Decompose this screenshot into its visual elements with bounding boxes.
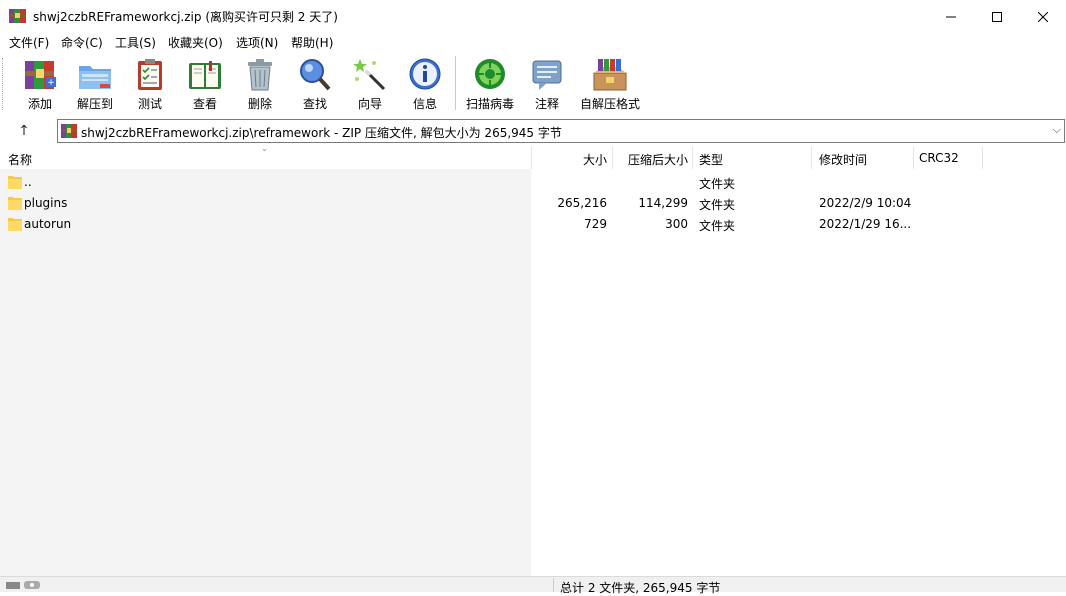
svg-text:+: + [47,78,55,88]
toolbar-separator [455,56,456,110]
find-button[interactable]: 查找 [287,55,343,113]
column-divider[interactable] [982,147,983,169]
winrar-app-icon[interactable] [9,8,26,24]
column-packed[interactable]: 压缩后大小 [615,151,688,168]
add-archive-icon: + [25,61,56,89]
file-row-plugins[interactable]: plugins 265,216 114,299 文件夹 2022/2/9 10:… [0,192,1066,213]
column-divider[interactable] [692,147,693,169]
menu-file[interactable]: 文件(F) [9,34,49,51]
menu-command[interactable]: 命令(C) [61,34,103,51]
title-bar: shwj2czbREFrameworkcj.zip (离购买许可只剩 2 天了) [0,0,1066,33]
wizard-wand-icon [353,59,386,91]
sfx-button[interactable]: 自解压格式 [578,55,642,113]
file-type: 文件夹 [699,219,736,233]
menu-tools[interactable]: 工具(S) [115,34,156,51]
delete-label: 删除 [247,97,272,111]
status-divider [553,578,554,592]
window-title: shwj2czbREFrameworkcj.zip (离购买许可只剩 2 天了) [33,10,338,24]
column-divider[interactable] [811,147,812,169]
delete-button[interactable]: 删除 [232,55,288,113]
column-divider[interactable] [612,147,613,169]
list-header: 名称 大小 压缩后大小 类型 修改时间 CRC32 [0,147,1066,169]
file-name: autorun [24,217,72,231]
maximize-button[interactable] [974,0,1020,33]
file-packed-size: 300 [665,217,688,231]
file-type: 文件夹 [699,177,736,191]
add-label: 添加 [27,97,52,111]
drive-status-icon[interactable] [6,580,42,590]
file-size: 729 [584,217,607,231]
virus-scan-icon [475,59,505,89]
test-button[interactable]: 测试 [122,55,178,113]
column-divider[interactable] [531,147,532,169]
comment-icon [532,60,562,90]
up-arrow-icon: ↑ [18,123,30,139]
folder-icon [8,176,22,189]
menu-bar: 文件(F) 命令(C) 工具(S) 收藏夹(O) 选项(N) 帮助(H) [0,33,1066,51]
file-name: plugins [24,196,68,210]
info-icon [409,58,441,90]
file-modified: 2022/2/9 10:04 [819,196,912,210]
wizard-button[interactable]: 向导 [342,55,398,113]
column-crc[interactable]: CRC32 [919,151,959,165]
column-modified[interactable]: 修改时间 [819,151,867,168]
column-name[interactable]: 名称 [8,151,32,168]
menu-options[interactable]: 选项(N) [236,34,278,51]
up-folder-button[interactable]: ↑ [12,121,36,141]
view-book-icon [189,61,221,89]
file-packed-size: 114,299 [638,196,688,210]
zip-archive-icon [61,124,77,138]
file-size: 265,216 [557,196,607,210]
extract-to-label: 解压到 [76,97,113,111]
add-button[interactable]: + 添加 [12,55,68,113]
minimize-icon [946,16,956,17]
magnifier-icon [300,59,331,91]
test-label: 测试 [137,97,162,111]
info-button[interactable]: 信息 [397,55,453,113]
menu-favorites[interactable]: 收藏夹(O) [168,34,223,51]
chevron-down-icon[interactable]: ⌵ [1053,123,1061,137]
extract-folder-icon [79,66,111,89]
scan-virus-label: 扫描病毒 [465,97,514,111]
close-button[interactable] [1020,0,1066,33]
file-modified: 2022/1/29 16... [819,217,912,231]
column-type[interactable]: 类型 [699,151,723,168]
scan-virus-button[interactable]: 扫描病毒 [462,55,518,113]
status-summary: 总计 2 文件夹, 265,945 字节 [560,581,721,595]
file-type: 文件夹 [699,198,736,212]
column-divider[interactable] [913,147,914,169]
view-button[interactable]: 查看 [177,55,233,113]
view-label: 查看 [192,97,217,111]
column-size[interactable]: 大小 [540,151,607,168]
close-icon [1038,11,1048,22]
address-bar[interactable]: shwj2czbREFrameworkcj.zip\reframework - … [57,119,1065,143]
info-label: 信息 [412,97,437,111]
folder-icon [8,218,22,231]
extract-to-button[interactable]: 解压到 [67,55,123,113]
file-row-parent[interactable]: .. 文件夹 [0,171,1066,192]
minimize-button[interactable] [928,0,974,33]
address-path: shwj2czbREFrameworkcj.zip\reframework - … [81,126,562,140]
file-name: .. [24,175,32,189]
comment-button[interactable]: 注释 [519,55,575,113]
toolbar: + 添加 解压到 测试 查看 删除 查找 向导 信息 扫描病毒 注释 自解压格式 [0,51,1066,116]
sfx-label: 自解压格式 [579,97,640,111]
maximize-icon [992,11,1002,22]
sfx-box-icon [593,59,627,91]
folder-icon [8,197,22,210]
test-clipboard-icon [138,59,162,90]
wizard-label: 向导 [357,97,382,111]
comment-label: 注释 [534,97,559,111]
status-bar: 总计 2 文件夹, 265,945 字节 [0,576,1066,595]
menu-help[interactable]: 帮助(H) [291,34,333,51]
find-label: 查找 [302,97,327,111]
file-row-autorun[interactable]: autorun 729 300 文件夹 2022/1/29 16... [0,213,1066,234]
trash-icon [248,59,272,91]
